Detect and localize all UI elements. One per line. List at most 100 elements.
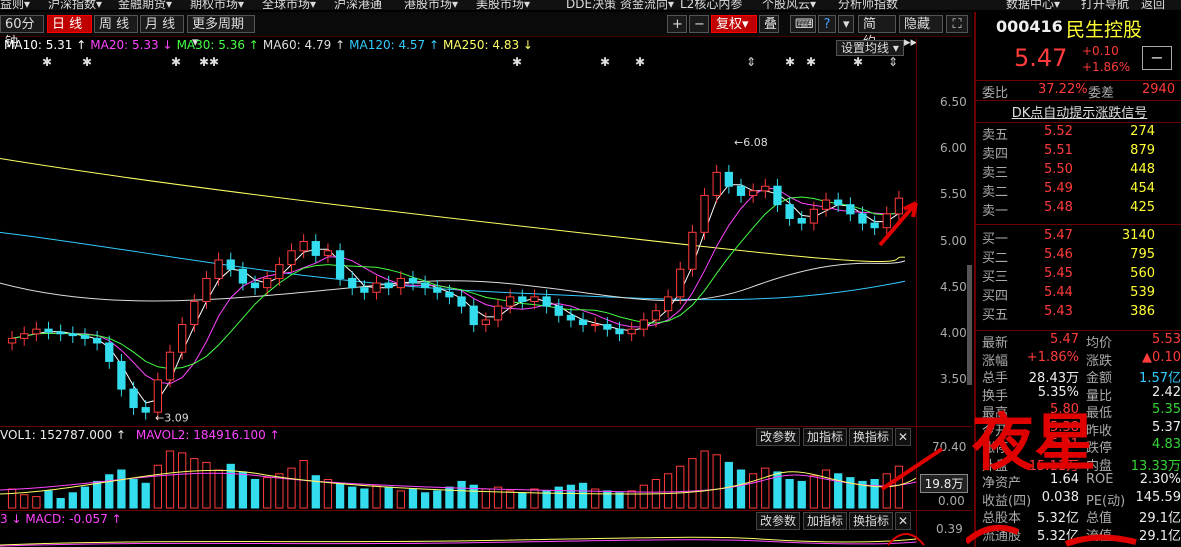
candle[interactable]: [773, 178, 782, 213]
candle[interactable]: [530, 289, 539, 309]
menu-item[interactable]: 资金流向▾: [620, 0, 674, 10]
candle[interactable]: [457, 289, 466, 314]
volume-bar[interactable]: [809, 475, 819, 509]
volume-bar[interactable]: [7, 488, 17, 509]
volume-bar[interactable]: [724, 461, 733, 509]
volume-bar[interactable]: [615, 492, 624, 509]
volume-bar[interactable]: [165, 450, 175, 509]
volume-bar[interactable]: [275, 473, 284, 509]
candle[interactable]: [603, 317, 612, 337]
volume-bar[interactable]: [153, 464, 163, 509]
menu-item[interactable]: 个股风云▾: [762, 0, 816, 10]
candle[interactable]: [688, 224, 697, 277]
menu-item[interactable]: L2核心内参: [680, 0, 742, 10]
candle[interactable]: [56, 324, 65, 342]
candle[interactable]: [141, 400, 150, 420]
more-periods-dropdown[interactable]: 更多周期▾: [187, 15, 255, 50]
tab-weekly[interactable]: 周 线: [94, 15, 138, 33]
set-ma-dropdown[interactable]: 设置均线 ▾: [836, 40, 904, 56]
bids-row[interactable]: 买四 5.44 539: [976, 285, 1181, 304]
volume-bar[interactable]: [287, 467, 296, 509]
candle[interactable]: [44, 321, 53, 340]
volume-bar[interactable]: [834, 473, 843, 509]
volume-bar[interactable]: [821, 469, 831, 509]
menu-item[interactable]: 沪深港通: [334, 0, 382, 10]
candle[interactable]: [433, 280, 442, 300]
volume-bar[interactable]: [736, 469, 746, 509]
volume-bar[interactable]: [761, 467, 770, 509]
price-chart[interactable]: ←6.08 ←3.09: [0, 70, 930, 426]
candle[interactable]: [20, 326, 29, 346]
candle[interactable]: [639, 312, 648, 337]
keyboard-icon[interactable]: ⌨: [790, 15, 816, 33]
volume-bar[interactable]: [214, 469, 223, 509]
menu-item[interactable]: 数据中心▾: [1006, 0, 1060, 10]
volume-chart[interactable]: [0, 446, 916, 510]
volume-bar[interactable]: [506, 490, 515, 509]
period-60min-button[interactable]: 60分钟: [0, 15, 44, 50]
menu-item[interactable]: 美股市场▾: [476, 0, 530, 10]
volume-bar[interactable]: [178, 452, 187, 509]
tab-daily[interactable]: 日 线: [47, 15, 92, 33]
bids-row[interactable]: 买五 5.43 386: [976, 304, 1181, 323]
candle[interactable]: [372, 275, 381, 300]
menu-item[interactable]: 打开导航: [1081, 0, 1129, 10]
volume-bar[interactable]: [190, 458, 199, 509]
menu-item[interactable]: DDE决策: [566, 0, 616, 10]
restore-rights-dropdown[interactable]: 复权▾: [711, 15, 757, 33]
bids-row[interactable]: 买一 5.47 3140: [976, 228, 1181, 247]
remove-watchlist-button[interactable]: −: [1142, 46, 1172, 70]
volume-add-indicator-button[interactable]: 加指标: [803, 428, 848, 446]
volume-bar[interactable]: [56, 498, 65, 509]
volume-bar[interactable]: [129, 479, 138, 509]
volume-bar[interactable]: [530, 488, 539, 509]
menu-item[interactable]: 金融期货▾: [118, 0, 172, 10]
volume-bar[interactable]: [639, 484, 648, 509]
candle[interactable]: [591, 317, 600, 332]
volume-bar[interactable]: [141, 482, 150, 509]
volume-bar[interactable]: [566, 484, 576, 509]
asks-row[interactable]: 卖四 5.51 879: [976, 143, 1181, 162]
overlay-button[interactable]: 叠: [759, 15, 779, 33]
candle[interactable]: [420, 275, 430, 296]
candle[interactable]: [214, 252, 223, 286]
volume-bar[interactable]: [68, 492, 77, 509]
volume-bar[interactable]: [518, 492, 527, 509]
simple-mode-button[interactable]: 简 约: [858, 15, 896, 50]
volume-bar[interactable]: [384, 486, 393, 509]
volume-bar[interactable]: [457, 480, 466, 509]
candle[interactable]: [408, 271, 418, 291]
menu-item[interactable]: 返回: [1141, 0, 1165, 10]
candle[interactable]: [80, 328, 90, 346]
volume-bar[interactable]: [700, 450, 709, 509]
asks-row[interactable]: 卖五 5.52 274: [976, 124, 1181, 143]
volume-bar[interactable]: [80, 486, 90, 509]
volume-bar[interactable]: [323, 479, 333, 509]
zoom-out-button[interactable]: −: [689, 15, 709, 33]
volume-bar[interactable]: [44, 490, 53, 509]
volume-bar[interactable]: [360, 488, 369, 509]
volume-bar[interactable]: [32, 496, 41, 509]
candle[interactable]: [761, 178, 770, 199]
candle[interactable]: [700, 188, 709, 240]
volume-bar[interactable]: [797, 480, 806, 509]
volume-bar[interactable]: [712, 454, 721, 509]
candle[interactable]: [165, 344, 175, 388]
volume-bar[interactable]: [591, 488, 600, 509]
candle[interactable]: [748, 183, 758, 203]
volume-bar[interactable]: [396, 490, 405, 509]
candle[interactable]: [263, 271, 272, 296]
volume-bar[interactable]: [335, 482, 345, 509]
menu-item[interactable]: 期权市场▾: [190, 0, 244, 10]
candle[interactable]: [68, 326, 77, 343]
candle[interactable]: [226, 252, 235, 277]
macd-chart[interactable]: [0, 529, 916, 547]
fullscreen-icon[interactable]: ⛶: [946, 15, 968, 33]
menu-item[interactable]: 分析师指数: [838, 0, 898, 10]
candle[interactable]: [724, 164, 733, 194]
volume-bar[interactable]: [420, 492, 430, 509]
volume-edit-params-button[interactable]: 改参数: [756, 428, 801, 446]
volume-bar[interactable]: [676, 465, 685, 509]
candle[interactable]: [238, 261, 248, 291]
volume-bar[interactable]: [627, 490, 636, 509]
